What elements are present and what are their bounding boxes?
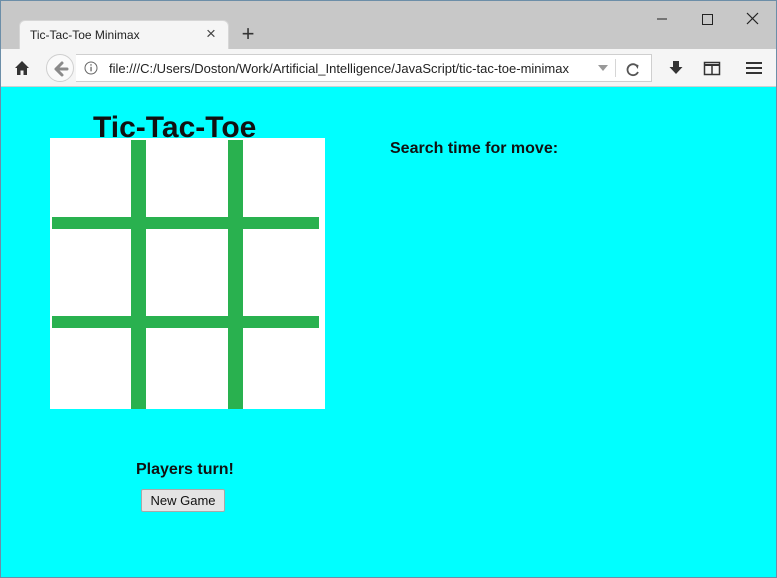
reload-icon[interactable] [624, 60, 642, 78]
browser-tab[interactable]: Tic-Tac-Toe Minimax × [19, 20, 229, 49]
grid-line-horizontal-2 [52, 316, 319, 328]
tab-title: Tic-Tac-Toe Minimax [30, 28, 140, 42]
grid-line-horizontal-1 [52, 217, 319, 229]
tic-tac-toe-board[interactable] [50, 138, 325, 409]
board-cell-1[interactable] [50, 138, 130, 216]
board-cell-3[interactable] [243, 138, 325, 216]
new-game-button[interactable]: New Game [141, 489, 225, 512]
board-cell-6[interactable] [243, 233, 325, 315]
board-cell-5[interactable] [146, 233, 227, 315]
minimize-icon[interactable] [640, 9, 684, 29]
download-icon[interactable] [666, 58, 686, 78]
back-button[interactable] [46, 54, 74, 82]
back-arrow-icon [54, 61, 69, 77]
info-icon[interactable] [84, 61, 98, 75]
url-text[interactable]: file:///C:/Users/Doston/Work/Artificial_… [109, 61, 589, 76]
board-cell-4[interactable] [50, 233, 130, 315]
menu-icon[interactable] [744, 58, 764, 78]
browser-window: Tic-Tac-Toe Minimax × + file:///C:/Users… [0, 0, 777, 578]
board-cell-9[interactable] [243, 333, 325, 409]
chevron-down-icon[interactable] [596, 62, 610, 74]
grid-line-vertical-2 [228, 140, 243, 409]
board-cell-7[interactable] [50, 333, 130, 409]
title-bar: Tic-Tac-Toe Minimax × + [1, 1, 776, 49]
maximize-icon[interactable] [685, 9, 729, 29]
navigation-toolbar: file:///C:/Users/Doston/Work/Artificial_… [1, 49, 776, 87]
page-content: Tic-Tac-Toe Search time for move: Player… [1, 87, 776, 577]
home-icon[interactable] [12, 58, 32, 78]
turn-status: Players turn! [136, 461, 234, 478]
close-tab-icon[interactable]: × [203, 25, 219, 43]
close-window-icon[interactable] [730, 9, 774, 29]
url-separator [615, 59, 616, 77]
search-time-label: Search time for move: [390, 140, 559, 157]
board-cell-2[interactable] [146, 138, 227, 216]
address-bar[interactable]: file:///C:/Users/Doston/Work/Artificial_… [76, 54, 652, 82]
sidebar-icon[interactable] [702, 58, 722, 78]
board-cell-8[interactable] [146, 333, 227, 409]
new-tab-plus-icon[interactable]: + [237, 22, 259, 46]
grid-line-vertical-1 [131, 140, 146, 409]
